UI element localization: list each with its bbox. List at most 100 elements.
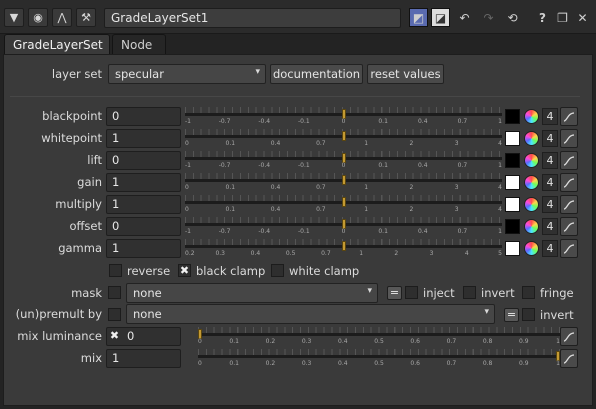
param-value-field[interactable]: 0	[106, 107, 181, 126]
param-slider[interactable]: -1 -0.7 -0.4 -0.1 0 0.1 0.4 0.7 1	[185, 107, 502, 127]
mask-dropdown[interactable]: none ▾	[126, 283, 378, 303]
color-swatch[interactable]	[505, 153, 520, 168]
color-wheel-icon[interactable]	[524, 153, 539, 168]
param-value-field[interactable]: 1	[106, 195, 181, 214]
slider-track	[198, 355, 560, 358]
premult-eq-button[interactable]: =	[504, 308, 519, 322]
color-swatch[interactable]	[505, 175, 520, 190]
inject-checkbox[interactable]	[405, 286, 418, 299]
channel-count-button[interactable]: 4	[542, 152, 558, 169]
param-slider[interactable]: -1 -0.7 -0.4 -0.1 0 0.1 0.4 0.7 1	[185, 217, 502, 237]
animation-curve-button[interactable]	[560, 239, 578, 258]
premult-dropdown[interactable]: none ▾	[126, 304, 495, 324]
curve-icon	[563, 111, 575, 122]
slider-tick-label: 0.7	[457, 162, 468, 169]
param-slider[interactable]: 0 0.1 0.4 0.7 1 2 3 4	[185, 195, 502, 215]
slider-tick-label: 0.1	[225, 140, 236, 147]
channel-count-button[interactable]: 4	[542, 174, 558, 191]
param-value-field[interactable]: 1	[106, 173, 181, 192]
mix-luminance-slider[interactable]: 0 0.1 0.2 0.3 0.4 0.5 0.6 0.7 0.8 0.9 1	[198, 327, 560, 347]
input-tree-icon[interactable]: ⋀	[52, 8, 72, 27]
slider-tick-label: 1	[364, 140, 369, 147]
param-slider[interactable]: 0 0.1 0.4 0.7 1 2 3 4	[185, 129, 502, 149]
float-panel-icon[interactable]: ❐	[553, 8, 572, 27]
animation-curve-button[interactable]	[560, 107, 578, 126]
slider-tick-label: 0.5	[374, 360, 384, 367]
mix-field[interactable]: 1	[106, 349, 181, 368]
param-slider[interactable]: 0.2 0.3 0.4 0.5 0.7 1 2 3 4 5	[185, 239, 502, 259]
fringe-checkbox[interactable]	[522, 286, 535, 299]
revert-icon[interactable]: ⟲	[503, 8, 522, 27]
color-swatch[interactable]	[505, 241, 520, 256]
black-clamp-checkbox[interactable]: ✖	[178, 264, 191, 277]
white-clamp-checkbox[interactable]	[271, 264, 284, 277]
font-color-icon[interactable]: ◪	[431, 8, 450, 27]
channel-count-button[interactable]: 4	[542, 218, 558, 235]
param-slider[interactable]: -1 -0.7 -0.4 -0.1 0 0.1 0.4 0.7 1	[185, 151, 502, 171]
slider-tick-label: 0.2	[185, 250, 195, 257]
animation-curve-button[interactable]	[560, 173, 578, 192]
color-swatch[interactable]	[505, 197, 520, 212]
color-wheel-icon[interactable]	[524, 131, 539, 146]
animation-curve-button[interactable]	[560, 195, 578, 214]
panel-titlebar: ▼ ◉ ⋀ ⚒ GradeLayerSet1 ◩ ◪ ↶ ↷ ⟲ ? ❐ ✕	[0, 0, 596, 34]
mask-invert-label: invert	[481, 286, 515, 300]
mix-slider[interactable]: 0 0.1 0.2 0.3 0.4 0.5 0.6 0.7 0.8 0.9 1	[198, 349, 560, 369]
redo-icon[interactable]: ↷	[479, 8, 498, 27]
mask-invert-checkbox[interactable]	[463, 286, 476, 299]
slider-tick-label: 0	[185, 140, 189, 147]
channel-count-button[interactable]: 4	[542, 108, 558, 125]
animation-curve-button[interactable]	[560, 217, 578, 236]
reset-values-button[interactable]: reset values	[367, 64, 444, 84]
color-wheel-icon[interactable]	[524, 109, 539, 124]
color-wheel-icon[interactable]	[524, 175, 539, 190]
channel-count-button[interactable]: 4	[542, 196, 558, 213]
centre-node-icon[interactable]: ◉	[28, 8, 48, 27]
wrench-icon[interactable]: ⚒	[76, 8, 96, 27]
help-icon[interactable]: ?	[533, 8, 552, 27]
slider-tick-label: 0.7	[457, 118, 468, 125]
close-icon[interactable]: ✕	[573, 8, 592, 27]
slider-tick-label: 0.6	[410, 360, 420, 367]
premult-invert-label: invert	[540, 308, 574, 322]
color-wheel-icon[interactable]	[524, 219, 539, 234]
color-swatch[interactable]	[505, 109, 520, 124]
premult-value: none	[133, 307, 162, 321]
slider-tick-label: 0.4	[417, 228, 428, 235]
channel-count-button[interactable]: 4	[542, 130, 558, 147]
node-name-field[interactable]: GradeLayerSet1	[104, 8, 401, 28]
reverse-checkbox[interactable]	[109, 264, 122, 277]
collapse-triangle-icon[interactable]: ▼	[4, 8, 24, 27]
param-value-field[interactable]: 0	[106, 217, 181, 236]
slider-tick-labels: 0 0.1 0.4 0.7 1 2 3 4	[185, 140, 502, 149]
mix-animation-button[interactable]	[560, 349, 578, 368]
slider-tick-label: -1	[185, 228, 191, 235]
color-swatch[interactable]	[505, 219, 520, 234]
slider-tick-label: 0.1	[229, 360, 239, 367]
mask-enable-checkbox[interactable]	[108, 286, 121, 299]
color-swatch[interactable]	[505, 131, 520, 146]
node-color-icon[interactable]: ◩	[409, 8, 428, 27]
slider-tick-labels: -1 -0.7 -0.4 -0.1 0 0.1 0.4 0.7 1	[185, 118, 502, 127]
color-wheel-icon[interactable]	[524, 241, 539, 256]
documentation-button[interactable]: documentation	[270, 64, 363, 84]
tab-gradelayerset[interactable]: GradeLayerSet	[4, 34, 110, 55]
param-value-field[interactable]: 1	[106, 239, 181, 258]
param-value-field[interactable]: 0	[106, 151, 181, 170]
param-value-field[interactable]: 1	[106, 129, 181, 148]
mask-eq-button[interactable]: =	[387, 286, 402, 300]
channel-count-button[interactable]: 4	[542, 240, 558, 257]
mix-luminance-animation-button[interactable]	[560, 327, 578, 346]
premult-enable-checkbox[interactable]	[108, 308, 121, 321]
slider-tick-label: 0	[198, 338, 202, 345]
animation-curve-button[interactable]	[560, 129, 578, 148]
premult-invert-checkbox[interactable]	[522, 308, 535, 321]
animation-curve-button[interactable]	[560, 151, 578, 170]
layerset-dropdown[interactable]: specular ▾	[108, 64, 266, 84]
dropdown-arrow-icon: ▾	[484, 307, 489, 317]
param-slider[interactable]: 0 0.1 0.4 0.7 1 2 3 4	[185, 173, 502, 193]
undo-icon[interactable]: ↶	[455, 8, 474, 27]
color-wheel-icon[interactable]	[524, 197, 539, 212]
tab-node[interactable]: Node	[112, 34, 166, 55]
mix-luminance-checkbox[interactable]: ✖	[108, 330, 121, 343]
